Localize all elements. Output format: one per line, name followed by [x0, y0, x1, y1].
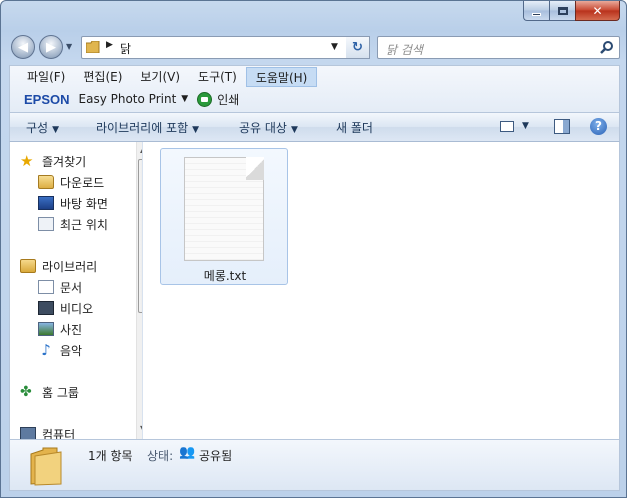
tree-item-recent-places[interactable]: 최근 위치: [38, 214, 108, 234]
address-dropdown-icon[interactable]: ▼: [331, 42, 338, 52]
back-button[interactable]: ◀: [11, 35, 35, 59]
menu-file[interactable]: 파일(F): [18, 67, 74, 87]
tree-homegroup[interactable]: ✤ 홈 그룹: [20, 382, 79, 402]
navigation-pane: ★ 즐겨찾기 다운로드 바탕 화면 최근 위치 라이브러리 문서 비디오 사진 …: [9, 142, 142, 439]
tree-item-label: 비디오: [60, 301, 94, 316]
pictures-icon: [38, 322, 54, 336]
new-folder-button[interactable]: 새 폴더: [336, 119, 373, 136]
tree-item-desktop[interactable]: 바탕 화면: [38, 193, 108, 213]
tree-item-videos[interactable]: 비디오: [38, 298, 93, 318]
menu-view[interactable]: 보기(V): [131, 67, 189, 87]
easy-photo-print-dropdown-icon[interactable]: ▼: [181, 94, 188, 104]
tree-item-label: 사진: [60, 322, 83, 337]
file-list-pane: 메롱.txt: [146, 142, 620, 439]
breadcrumb-separator-icon[interactable]: ▶: [106, 40, 113, 50]
tree-item-label: 문서: [60, 280, 83, 295]
documents-icon: [38, 280, 54, 294]
change-view-icon[interactable]: [500, 121, 514, 132]
epson-toolbar: EPSON Easy Photo Print ▼ 인쇄: [24, 89, 239, 109]
forward-arrow-icon: ▶: [46, 39, 56, 55]
folder-icon: [30, 447, 62, 486]
search-box[interactable]: 닭 검색: [377, 36, 620, 59]
search-placeholder[interactable]: 닭 검색: [386, 41, 423, 58]
menu-tools[interactable]: 도구(T): [189, 67, 246, 87]
organize-label: 구성: [26, 121, 49, 135]
include-in-library-button[interactable]: 라이브러리에 포함 ▼: [96, 119, 199, 136]
explorer-window: ✕ ◀ ▶ ▼ ▶ 닭 ▼ ↻ 닭 검색 파일(F) 편집(E) 보기(V) 도: [0, 0, 627, 498]
forward-button[interactable]: ▶: [39, 35, 63, 59]
minimize-icon: [532, 12, 541, 16]
tree-homegroup-label: 홈 그룹: [42, 385, 79, 400]
page-fold-icon: [246, 157, 264, 180]
tree-item-label: 음악: [60, 343, 83, 358]
file-name: 메롱.txt: [203, 269, 247, 283]
tree-favorites[interactable]: ★ 즐겨찾기: [20, 151, 86, 171]
star-icon: ★: [20, 152, 34, 170]
item-count: 1개 항목: [88, 449, 133, 463]
tree-item-downloads[interactable]: 다운로드: [38, 172, 104, 192]
folder-icon: [86, 41, 100, 53]
close-button[interactable]: ✕: [575, 1, 620, 21]
easy-photo-print-button[interactable]: Easy Photo Print: [79, 92, 177, 106]
print-button[interactable]: 인쇄: [217, 91, 239, 108]
command-bar: 구성 ▼ 라이브러리에 포함 ▼ 공유 대상 ▼ 새 폴더 ▼ ?: [9, 113, 620, 142]
recent-pages-dropdown[interactable]: ▼: [66, 42, 76, 52]
tree-item-pictures[interactable]: 사진: [38, 319, 82, 339]
share-with-button[interactable]: 공유 대상 ▼: [239, 119, 298, 136]
downloads-folder-icon: [38, 175, 54, 189]
state-label: 상태:: [147, 449, 174, 463]
view-options-dropdown-icon[interactable]: ▼: [522, 121, 529, 131]
share-with-label: 공유 대상: [239, 121, 287, 135]
new-folder-label: 새 폴더: [336, 121, 373, 135]
tree-item-documents[interactable]: 문서: [38, 277, 82, 297]
address-path[interactable]: 닭: [120, 40, 131, 57]
computer-icon: [20, 427, 36, 439]
menu-edit[interactable]: 편집(E): [74, 67, 131, 87]
chevron-down-icon: ▼: [52, 125, 60, 135]
refresh-icon: ↻: [352, 40, 363, 55]
tree-item-label: 바탕 화면: [60, 196, 108, 211]
menu-area: 파일(F) 편집(E) 보기(V) 도구(T) 도움말(H) EPSON Eas…: [9, 65, 620, 113]
organize-button[interactable]: 구성 ▼: [26, 119, 59, 136]
tree-favorites-label: 즐겨찾기: [42, 154, 87, 169]
share-state: 공유됨: [199, 449, 233, 463]
epson-logo: EPSON: [24, 91, 70, 107]
navigation-bar: ◀ ▶ ▼ ▶ 닭 ▼ ↻ 닭 검색: [9, 33, 620, 61]
shared-users-icon: 👥: [179, 445, 196, 460]
maximize-button[interactable]: [549, 1, 575, 21]
close-icon: ✕: [592, 3, 603, 18]
details-pane: 1개 항목 상태: 👥 공유됨: [9, 439, 620, 491]
libraries-icon: [20, 259, 36, 273]
menu-bar: 파일(F) 편집(E) 보기(V) 도구(T) 도움말(H): [18, 67, 318, 87]
tree-item-label: 다운로드: [60, 175, 105, 190]
back-arrow-icon: ◀: [18, 39, 28, 55]
minimize-button[interactable]: [523, 1, 549, 21]
menu-help[interactable]: 도움말(H): [245, 67, 318, 87]
include-in-library-label: 라이브러리에 포함: [96, 121, 189, 135]
chevron-down-icon: ▼: [290, 125, 298, 135]
print-icon[interactable]: [197, 91, 213, 107]
homegroup-icon: ✤: [20, 384, 32, 400]
desktop-icon: [38, 196, 54, 210]
videos-icon: [38, 301, 54, 315]
tree-libraries-label: 라이브러리: [42, 259, 98, 274]
help-icon[interactable]: ?: [590, 118, 607, 135]
file-item[interactable]: 메롱.txt: [160, 148, 288, 285]
chevron-down-icon: ▼: [192, 125, 200, 135]
tree-item-music[interactable]: ♪ 음악: [38, 340, 82, 360]
recent-places-icon: [38, 217, 54, 231]
tree-computer[interactable]: 컴퓨터: [20, 424, 75, 439]
search-icon[interactable]: [599, 40, 614, 55]
refresh-button[interactable]: ↻: [346, 36, 370, 59]
address-bar[interactable]: ▶ 닭 ▼: [81, 36, 351, 59]
tree-libraries[interactable]: 라이브러리: [20, 256, 97, 276]
preview-pane-icon[interactable]: [554, 119, 570, 134]
tree-computer-label: 컴퓨터: [42, 427, 76, 440]
music-icon: ♪: [41, 341, 51, 359]
tree-item-label: 최근 위치: [60, 217, 108, 232]
caption-buttons: ✕: [523, 1, 620, 21]
maximize-icon: [557, 6, 568, 15]
